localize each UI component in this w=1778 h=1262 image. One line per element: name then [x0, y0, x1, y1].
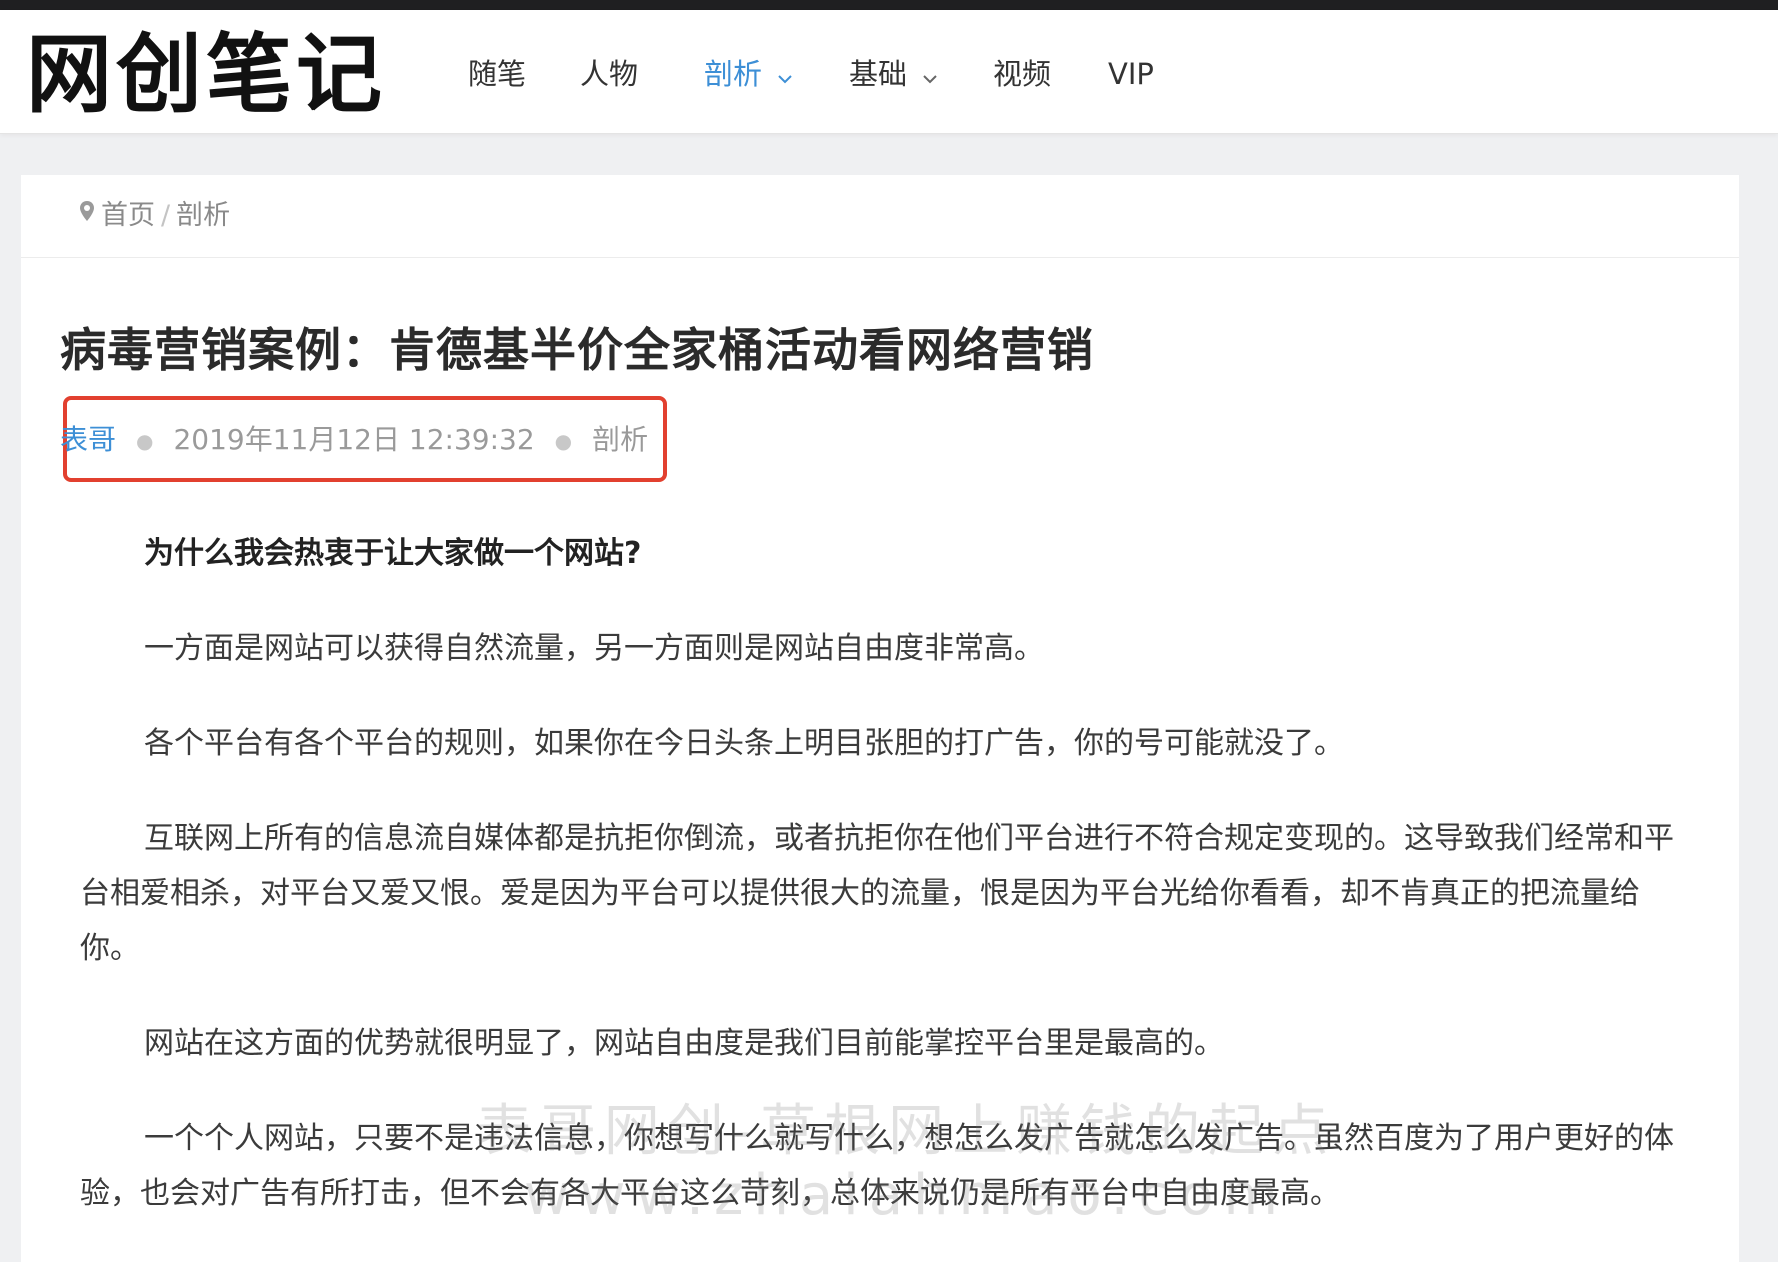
article-body: 为什么我会热衷于让大家做一个网站? 一方面是网站可以获得自然流量，另一方面则是网…: [80, 526, 1680, 1261]
nav-item-vip[interactable]: VIP: [1108, 56, 1154, 92]
nav-item-label: 人物: [580, 57, 639, 91]
nav-item-label: 随笔: [468, 57, 527, 91]
article-paragraph: 一方面是网站可以获得自然流量，另一方面则是网站自由度非常高。: [144, 631, 1044, 666]
nav-item-label: VIP: [1108, 57, 1154, 91]
breadcrumb-bar: 首页 / 剖析: [21, 175, 1739, 258]
nav-item-shipin[interactable]: 视频: [993, 56, 1051, 92]
breadcrumb-separator: /: [161, 200, 171, 231]
article-meta: 表哥 ● 2019年11月12日 12:39:32 ● 剖析: [60, 422, 648, 459]
top-dark-bar: [0, 0, 1778, 10]
article-paragraph: 互联网上所有的信息流自媒体都是抗拒你倒流，或者抗拒你在他们平台进行不符合规定变现…: [80, 821, 1674, 966]
nav-item-label: 剖析: [704, 57, 763, 91]
nav-item-label: 视频: [993, 57, 1052, 91]
article-title: 病毒营销案例：肯德基半价全家桶活动看网络营销: [60, 323, 1094, 377]
meta-dot-separator: ●: [554, 429, 573, 453]
map-pin-icon: [79, 197, 95, 231]
nav-item-label: 基础: [849, 57, 908, 91]
nav-item-renwu[interactable]: 人物: [580, 56, 638, 92]
author-link[interactable]: 表哥: [60, 423, 116, 456]
meta-dot-separator: ●: [136, 429, 154, 453]
nav-item-suibi[interactable]: 随笔: [468, 56, 526, 92]
breadcrumb: 首页 / 剖析: [79, 199, 230, 233]
nav-item-pouxi[interactable]: 剖析: [704, 56, 793, 92]
article-paragraph: 网站在这方面的优势就很明显了，网站自由度是我们目前能掌控平台里是最高的。: [144, 1026, 1224, 1061]
article-paragraph: 各个平台有各个平台的规则，如果你在今日头条上明目张胆的打广告，你的号可能就没了。: [144, 726, 1344, 761]
article-paragraph: 为什么我会热衷于让大家做一个网站?: [144, 536, 642, 571]
article-paragraph: 一个个人网站，只要不是违法信息，你想写什么就写什么，想怎么发广告就怎么发广告。虽…: [80, 1121, 1674, 1211]
site-header: 网创笔记 随笔 人物 剖析 基础 视频 VIP: [0, 10, 1778, 134]
nav-item-jichu[interactable]: 基础: [849, 56, 938, 92]
publish-date: 2019年11月12日 12:39:32: [173, 423, 535, 456]
breadcrumb-current[interactable]: 剖析: [176, 200, 230, 231]
site-logo[interactable]: 网创笔记: [26, 30, 386, 120]
chevron-down-icon: [777, 56, 793, 92]
chevron-down-icon: [922, 56, 938, 92]
breadcrumb-home-link[interactable]: 首页: [101, 200, 155, 231]
category-link[interactable]: 剖析: [592, 423, 648, 456]
